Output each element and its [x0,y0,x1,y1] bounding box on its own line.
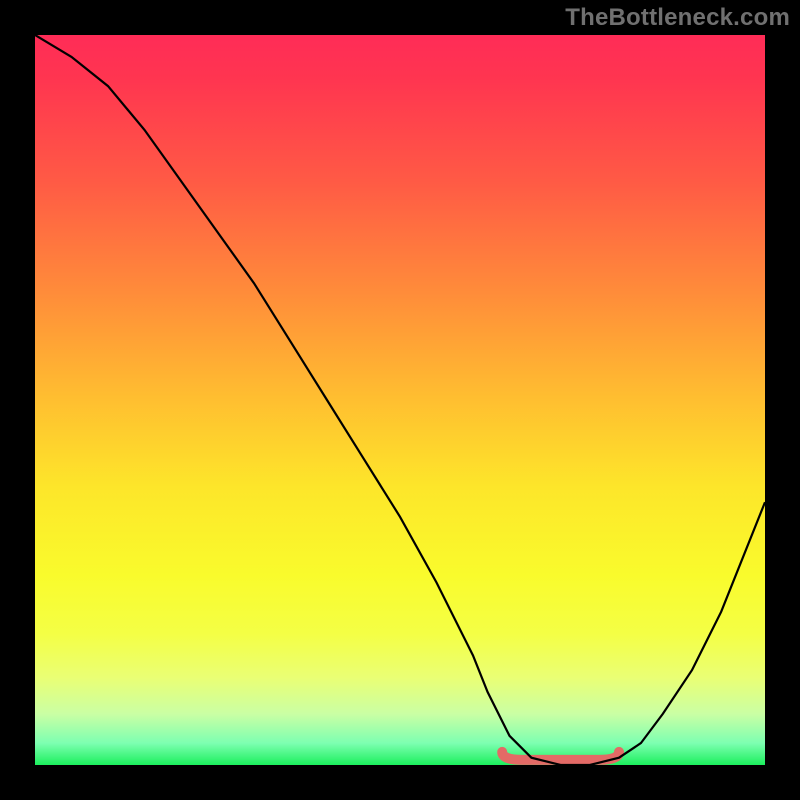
bottleneck-curve [35,35,765,765]
curve-layer [35,35,765,765]
optimal-flat-marker [502,752,619,760]
watermark-text: TheBottleneck.com [565,4,790,32]
plot-area [35,35,765,765]
chart-frame: TheBottleneck.com [0,0,800,800]
